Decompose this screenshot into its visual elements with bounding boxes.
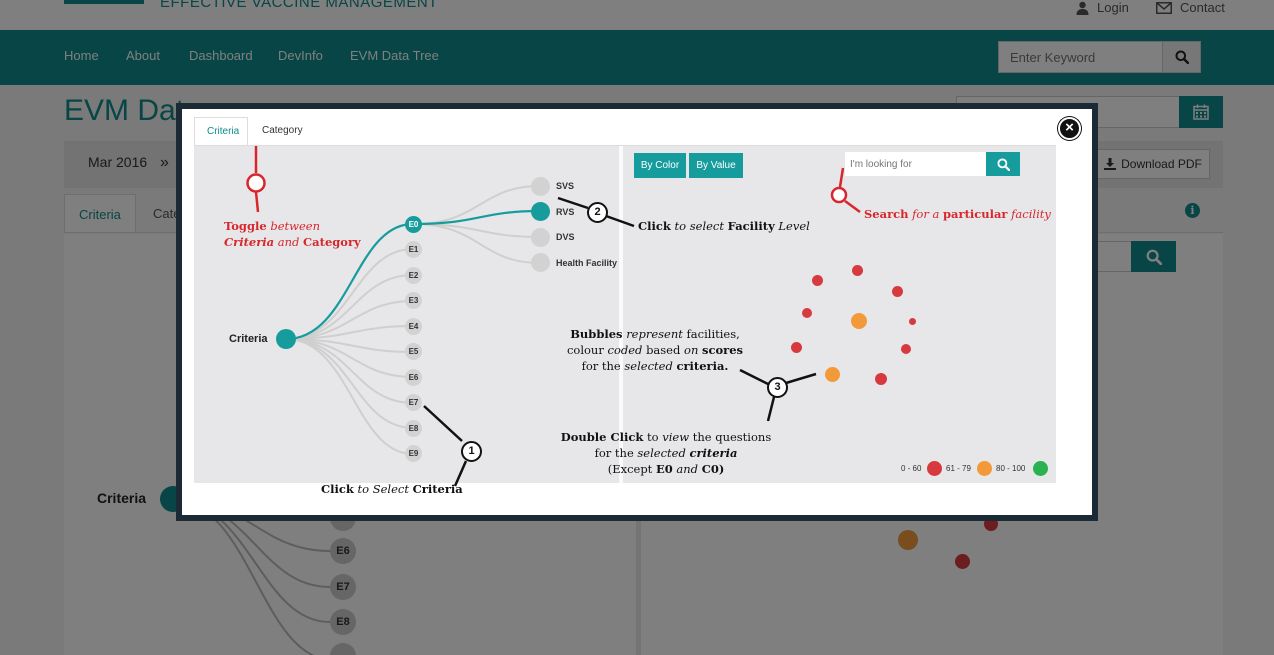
facility-bubble[interactable] xyxy=(892,286,903,297)
facility-bubble[interactable] xyxy=(812,275,823,286)
criteria-node-e7[interactable]: E7 xyxy=(405,394,422,411)
criteria-node-e3[interactable]: E3 xyxy=(405,292,422,309)
facility-bubble[interactable] xyxy=(791,342,802,353)
level-label-health-facility: Health Facility xyxy=(556,258,618,268)
facility-search-button[interactable] xyxy=(986,152,1020,176)
facility-bubble[interactable] xyxy=(852,265,863,276)
annotation-toggle: Toggle between Criteria and Category xyxy=(224,219,361,249)
criteria-node-e1[interactable]: E1 xyxy=(405,241,422,258)
annotation-search: Search for a particular facility xyxy=(864,207,1051,221)
criteria-node-e8[interactable]: E8 xyxy=(405,420,422,437)
level-node-health-facility[interactable] xyxy=(531,253,550,272)
criteria-node-e5[interactable]: E5 xyxy=(405,343,422,360)
criteria-node-e9[interactable]: E9 xyxy=(405,445,422,462)
facility-search-input[interactable] xyxy=(845,152,987,176)
legend-swatch-low xyxy=(927,461,942,476)
level-node-svs[interactable] xyxy=(531,177,550,196)
step-3-marker: 3 xyxy=(767,377,788,398)
annotation-double-click: Double Click to view the questions for t… xyxy=(560,430,772,476)
facility-bubble[interactable] xyxy=(901,344,911,354)
annotation-select-level: Click to select Facility Level xyxy=(638,219,810,233)
legend-label-mid: 61 - 79 xyxy=(946,464,971,473)
by-value-button[interactable]: By Value xyxy=(689,153,743,178)
facility-bubble[interactable] xyxy=(825,367,840,382)
annotation-select-criteria: Click to Select Criteria xyxy=(321,482,463,496)
annotation-bubbles: Bubbles represent facilities, colour cod… xyxy=(566,327,744,373)
level-label-svs: SVS xyxy=(556,181,575,191)
facility-bubble[interactable] xyxy=(802,308,812,318)
help-tree-root-node[interactable] xyxy=(276,329,296,349)
legend-swatch-high xyxy=(1033,461,1048,476)
facility-bubble[interactable] xyxy=(851,313,867,329)
step-1-marker: 1 xyxy=(461,441,482,462)
level-node-dvs[interactable] xyxy=(531,228,550,247)
facility-bubble[interactable] xyxy=(875,373,887,385)
search-icon xyxy=(996,157,1010,171)
step-2-marker: 2 xyxy=(587,202,608,223)
level-node-rvs[interactable] xyxy=(531,202,550,221)
by-color-button[interactable]: By Color xyxy=(634,153,686,178)
criteria-node-e2[interactable]: E2 xyxy=(405,267,422,284)
legend-label-high: 80 - 100 xyxy=(996,464,1026,473)
criteria-node-e4[interactable]: E4 xyxy=(405,318,422,335)
facility-bubble[interactable] xyxy=(909,318,916,325)
criteria-node-e0[interactable]: E0 xyxy=(405,216,422,233)
legend-swatch-mid xyxy=(977,461,992,476)
legend-label-low: 0 - 60 xyxy=(901,464,922,473)
level-label-dvs: DVS xyxy=(556,232,575,242)
help-tree-root-label: Criteria xyxy=(229,333,268,345)
level-label-rvs: RVS xyxy=(556,207,575,217)
criteria-node-e6[interactable]: E6 xyxy=(405,369,422,386)
